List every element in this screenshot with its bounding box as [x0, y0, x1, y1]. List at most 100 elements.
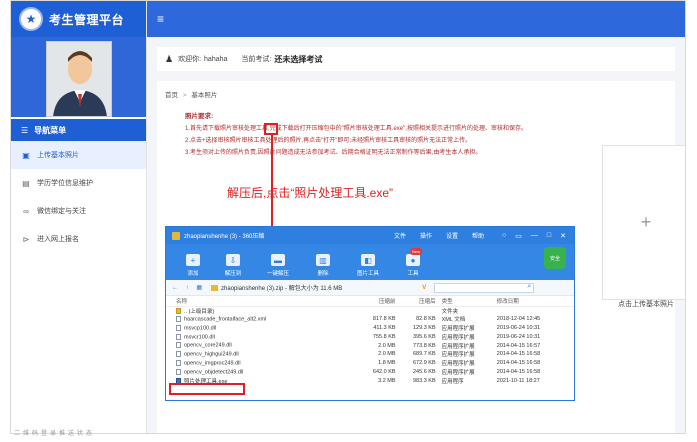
file-icon	[176, 351, 181, 358]
window-buttons: ○ ▭ — □ ✕	[502, 232, 566, 240]
sidebar-item-wechat[interactable]: ∞ 微信绑定与关注	[11, 197, 146, 225]
breadcrumb-home[interactable]: 首页	[165, 92, 178, 99]
file-name: msvcp100.dll	[184, 325, 217, 332]
app-title: 考生管理平台	[49, 12, 125, 27]
toolbar-add-button[interactable]: + 添加	[176, 254, 210, 277]
file-type: XML 文档	[441, 317, 466, 324]
toolbar-label: 删除	[317, 271, 329, 277]
file-name: opencv_objdetect249.dll	[184, 369, 244, 376]
file-name: opencv_core249.dll	[184, 342, 232, 349]
notice-line-1: 1.首先请下载照片审核处理工具,完成下载后打开压缩包中的"照片审核处理工具.ex…	[185, 126, 527, 132]
nav-header-label: 导航菜单	[34, 125, 67, 135]
zip-address-bar: ← ↑ ▦ zhaopianshenhe (3).zip - 解包大小为 11.…	[166, 280, 574, 296]
file-icon	[176, 324, 181, 331]
file-modified: 2014-04-15 16:58	[496, 351, 541, 358]
file-size: 755.8 KB	[372, 333, 396, 340]
toolbar-one-click-extract-button[interactable]: ▬ 一键解压	[256, 254, 300, 277]
sidebar: ★ 考生管理平台 ☰ 导航菜单 ▣ 上传基本照片 ▤ 学历学位信息维护 ∞ 微信…	[11, 1, 147, 433]
extract-icon: ⇩	[226, 254, 240, 266]
search-input[interactable]: ⌕	[434, 282, 535, 293]
photo-requirements: 照片要求: 1.首先请下载照片审核处理工具,完成下载后打开压缩包中的"照片审核处…	[185, 111, 605, 159]
file-size: 411.3 KB	[373, 324, 396, 331]
file-compressed: 245.6 KB	[413, 368, 436, 375]
file-icon	[176, 342, 181, 349]
app-frame: ★ 考生管理平台 ☰ 导航菜单 ▣ 上传基本照片 ▤ 学历学位信息维护 ∞ 微信…	[10, 0, 686, 434]
sidebar-item-registration[interactable]: ⊳ 进入网上报名	[11, 225, 146, 253]
sidebar-item-label: 进入网上报名	[37, 236, 79, 243]
username: hahaha	[204, 55, 228, 63]
breadcrumb-separator: >	[182, 92, 187, 99]
skin-icon[interactable]: ○	[502, 232, 506, 240]
file-modified	[494, 306, 574, 315]
sidebar-item-label: 上传基本照片	[37, 152, 79, 159]
mini-mode-icon[interactable]: ▭	[515, 232, 522, 240]
maximize-icon[interactable]: □	[547, 232, 551, 240]
column-header-size[interactable]: 压缩前	[354, 296, 399, 307]
sidebar-item-upload-photo[interactable]: ▣ 上传基本照片	[11, 141, 146, 169]
menu-item-operate[interactable]: 操作	[420, 231, 432, 240]
verify-icon[interactable]: V	[422, 285, 426, 291]
file-compressed: 983.3 KB	[413, 377, 436, 384]
table-row[interactable]: opencv_imgproc249.dll 1.8 MB 672.9 KB 应用…	[166, 359, 574, 368]
menu-item-help[interactable]: 帮助	[472, 231, 484, 240]
exam-value: 还未选择考试	[274, 54, 323, 64]
nav-arrows[interactable]: ← ↑ ▦	[172, 284, 205, 291]
table-row[interactable]: msvcp100.dll 411.3 KB 129.3 KB 应用程序扩展 20…	[166, 324, 574, 333]
link-icon: ∞	[23, 206, 29, 216]
picture-icon: ◧	[361, 254, 375, 266]
breadcrumb: 首页 > 基本照片	[165, 89, 217, 99]
file-name: haarcascade_frontalface_alt2.xml	[184, 316, 267, 323]
menu-item-settings[interactable]: 设置	[446, 231, 458, 240]
toolbar-tools-button[interactable]: ● 工具	[396, 254, 430, 277]
bottom-note: 二维码登录推送状态	[14, 431, 96, 437]
hamburger-icon[interactable]: ≡	[157, 12, 164, 26]
table-row[interactable]: opencv_core249.dll 2.0 MB 773.8 KB 应用程序扩…	[166, 341, 574, 350]
main-content: 首页 > 基本照片 照片要求: 1.首先请下载照片审核处理工具,完成下载后打开压…	[157, 81, 685, 433]
table-row[interactable]: msvcr100.dll 755.8 KB 395.6 KB 应用程序扩展 20…	[166, 332, 574, 341]
file-type: 文件夹	[441, 308, 459, 315]
address-path[interactable]: zhaopianshenhe (3).zip - 解包大小为 11.6 MB	[221, 283, 342, 292]
upload-photo-button[interactable]: +	[602, 145, 685, 300]
file-list-header: 名称 压缩前 压缩后 类型 修改日期	[166, 296, 574, 307]
minimize-icon[interactable]: —	[531, 232, 538, 240]
arrow-right-icon: ⊳	[22, 234, 30, 244]
file-type: 应用程序	[441, 378, 464, 385]
file-size: 3.2 MB	[378, 377, 396, 384]
upload-label: 点击上传基本照片	[618, 301, 674, 308]
toolbar-picture-tool-button[interactable]: ◧ 图片工具	[346, 254, 390, 277]
table-row[interactable]: opencv_objdetect249.dll 642.0 KB 245.6 K…	[166, 368, 574, 377]
file-icon	[176, 359, 181, 366]
column-header-modified[interactable]: 修改日期	[493, 296, 574, 307]
file-type: 应用程序扩展	[441, 334, 475, 341]
zip-window-title: zhaopianshenhe (3) - 360压缩	[184, 234, 265, 240]
table-row[interactable]: opencv_highgui249.dll 2.0 MB 689.7 KB 应用…	[166, 350, 574, 359]
file-name: .. (上级目录)	[184, 308, 215, 315]
toolbar-extract-to-button[interactable]: ⇩ 解压到	[216, 254, 250, 277]
search-icon[interactable]: ⌕	[527, 283, 531, 291]
welcome-greeting: 欢迎你:	[178, 56, 202, 63]
toolbar-delete-button[interactable]: ▥ 删除	[306, 254, 340, 277]
close-icon[interactable]: ✕	[560, 232, 566, 240]
menu-item-file[interactable]: 文件	[394, 231, 406, 240]
table-row[interactable]: haarcascade_frontalface_alt2.xml 817.8 K…	[166, 315, 574, 324]
file-size: 642.0 KB	[372, 368, 396, 375]
column-header-type[interactable]: 类型	[438, 296, 494, 307]
file-icon	[176, 315, 181, 322]
file-compressed: 395.6 KB	[413, 333, 436, 340]
exam-label: 当前考试:	[241, 56, 272, 63]
notice-line-2: 2.点击+选择审核照片审核工具处理后的照片,再点击"打开"即可;未经照片审核工具…	[185, 138, 472, 144]
toolbar-label: 解压到	[224, 271, 242, 277]
table-row[interactable]: .. (上级目录) 文件夹	[166, 306, 574, 315]
notice-title: 照片要求:	[185, 113, 214, 120]
brand: ★ 考生管理平台	[11, 1, 146, 37]
avatar	[45, 41, 112, 117]
file-compressed: 82.8 KB	[416, 316, 436, 323]
column-header-name[interactable]: 名称	[166, 296, 355, 307]
file-type: 应用程序扩展	[441, 361, 475, 368]
file-type: 应用程序扩展	[441, 352, 475, 359]
sidebar-item-education[interactable]: ▤ 学历学位信息维护	[11, 169, 146, 197]
column-header-compressed[interactable]: 压缩后	[398, 296, 439, 307]
person-silhouette-icon	[46, 42, 111, 116]
file-compressed: 672.9 KB	[413, 360, 436, 367]
top-bar: ≡	[147, 1, 685, 37]
